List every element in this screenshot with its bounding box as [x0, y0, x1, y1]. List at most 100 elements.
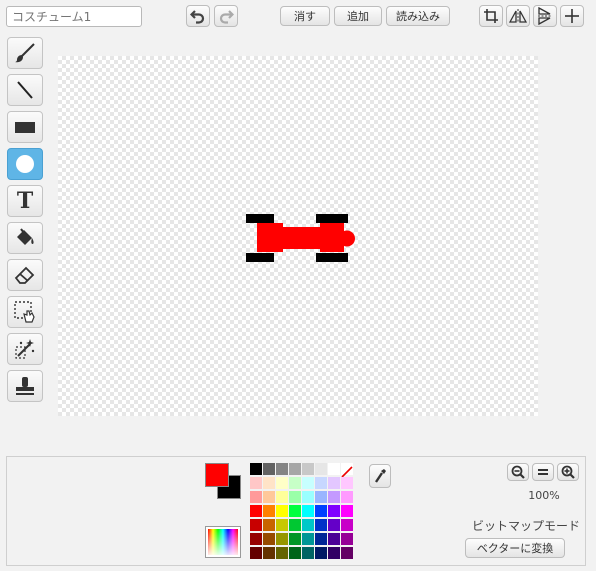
- zoom-out-button[interactable]: [507, 463, 529, 481]
- zoom-reset-button[interactable]: [532, 463, 554, 481]
- color-swatch[interactable]: [302, 519, 314, 531]
- color-swatch[interactable]: [250, 463, 262, 475]
- transparent-swatch[interactable]: [341, 463, 353, 478]
- color-swatch[interactable]: [250, 519, 262, 531]
- add-button[interactable]: 追加: [334, 6, 382, 26]
- select-remove-background-tool[interactable]: [7, 333, 43, 365]
- line-icon: [17, 81, 33, 99]
- color-swatch[interactable]: [250, 477, 262, 489]
- car-wheel: [316, 253, 348, 262]
- text-icon: T: [16, 188, 34, 214]
- costume-name-input[interactable]: [6, 6, 142, 27]
- color-swatch[interactable]: [341, 491, 353, 503]
- color-swatch[interactable]: [302, 491, 314, 503]
- palette-row: [250, 505, 354, 519]
- select-icon: [14, 301, 35, 323]
- color-swatch[interactable]: [328, 505, 340, 517]
- color-swatch[interactable]: [328, 519, 340, 531]
- color-swatch[interactable]: [276, 547, 288, 559]
- brush-tool[interactable]: [7, 37, 43, 69]
- color-swatch[interactable]: [250, 505, 262, 517]
- color-swatch[interactable]: [250, 547, 262, 559]
- color-swatch[interactable]: [315, 519, 327, 531]
- color-swatch[interactable]: [341, 519, 353, 531]
- color-swatch[interactable]: [263, 533, 275, 545]
- undo-button[interactable]: [186, 5, 210, 27]
- import-button[interactable]: 読み込み: [386, 6, 450, 26]
- color-swatch[interactable]: [341, 547, 353, 559]
- color-swatch[interactable]: [289, 547, 301, 559]
- color-swatch[interactable]: [276, 519, 288, 531]
- color-swatch[interactable]: [328, 463, 340, 475]
- bitmap-mode-label: ビットマップモード: [471, 519, 580, 533]
- text-tool[interactable]: T: [7, 185, 43, 217]
- color-swatch[interactable]: [263, 463, 275, 475]
- color-swatch[interactable]: [341, 533, 353, 545]
- color-swatch[interactable]: [328, 547, 340, 559]
- color-swatch[interactable]: [315, 547, 327, 559]
- color-swatch[interactable]: [276, 533, 288, 545]
- color-swatch[interactable]: [276, 477, 288, 489]
- rectangle-tool[interactable]: [7, 111, 43, 143]
- eyedropper-button[interactable]: [369, 464, 391, 488]
- ellipse-tool[interactable]: [7, 148, 43, 180]
- flip-vertical-icon: [538, 7, 552, 25]
- color-swatch[interactable]: [302, 477, 314, 489]
- color-swatch[interactable]: [315, 463, 327, 475]
- color-swatch[interactable]: [276, 491, 288, 503]
- zoom-reset-icon: [538, 469, 548, 475]
- color-swatch[interactable]: [276, 505, 288, 517]
- color-swatch[interactable]: [250, 491, 262, 503]
- color-swatch[interactable]: [263, 477, 275, 489]
- color-swatch[interactable]: [315, 491, 327, 503]
- color-swatch[interactable]: [263, 519, 275, 531]
- eraser-tool[interactable]: [7, 259, 43, 291]
- fill-tool[interactable]: [7, 222, 43, 254]
- color-swatch[interactable]: [328, 533, 340, 545]
- color-swatch[interactable]: [289, 533, 301, 545]
- color-swatch[interactable]: [315, 505, 327, 517]
- color-swatch[interactable]: [341, 477, 353, 489]
- color-swatch[interactable]: [302, 505, 314, 517]
- color-swatch[interactable]: [289, 491, 301, 503]
- flip-horizontal-icon: [509, 9, 527, 23]
- color-swatch[interactable]: [341, 505, 353, 517]
- palette-row: [250, 463, 354, 478]
- select-tool[interactable]: [7, 296, 43, 328]
- color-swatch[interactable]: [302, 547, 314, 559]
- color-swatch[interactable]: [276, 463, 288, 475]
- redo-button[interactable]: [214, 5, 238, 27]
- crop-button[interactable]: [479, 5, 503, 27]
- foreground-color-swatch[interactable]: [205, 463, 229, 487]
- color-picker-button[interactable]: [205, 526, 241, 558]
- color-swatch[interactable]: [302, 533, 314, 545]
- color-swatch[interactable]: [289, 519, 301, 531]
- fill-bucket-icon: [17, 228, 34, 245]
- undo-icon: [190, 10, 205, 24]
- color-swatch[interactable]: [328, 477, 340, 489]
- color-swatch[interactable]: [250, 533, 262, 545]
- redo-icon: [219, 10, 234, 24]
- color-swatch[interactable]: [263, 491, 275, 503]
- car-body: [257, 223, 348, 252]
- color-swatch[interactable]: [289, 505, 301, 517]
- color-swatch[interactable]: [263, 505, 275, 517]
- flip-horizontal-button[interactable]: [506, 5, 530, 27]
- clear-button[interactable]: 消す: [280, 6, 330, 26]
- color-swatch[interactable]: [315, 533, 327, 545]
- zoom-in-button[interactable]: [557, 463, 579, 481]
- drawing-canvas[interactable]: [58, 56, 538, 416]
- color-swatch[interactable]: [328, 491, 340, 503]
- stamp-icon: [16, 377, 34, 395]
- color-swatch[interactable]: [289, 463, 301, 475]
- zoom-out-icon: [511, 465, 525, 479]
- color-swatch[interactable]: [315, 477, 327, 489]
- stamp-tool[interactable]: [7, 370, 43, 402]
- set-center-button[interactable]: [560, 5, 584, 27]
- color-swatch[interactable]: [302, 463, 314, 475]
- convert-to-vector-button[interactable]: ベクターに変換: [465, 538, 565, 558]
- line-tool[interactable]: [7, 74, 43, 106]
- flip-vertical-button[interactable]: [533, 5, 557, 27]
- color-swatch[interactable]: [263, 547, 275, 559]
- color-swatch[interactable]: [289, 477, 301, 489]
